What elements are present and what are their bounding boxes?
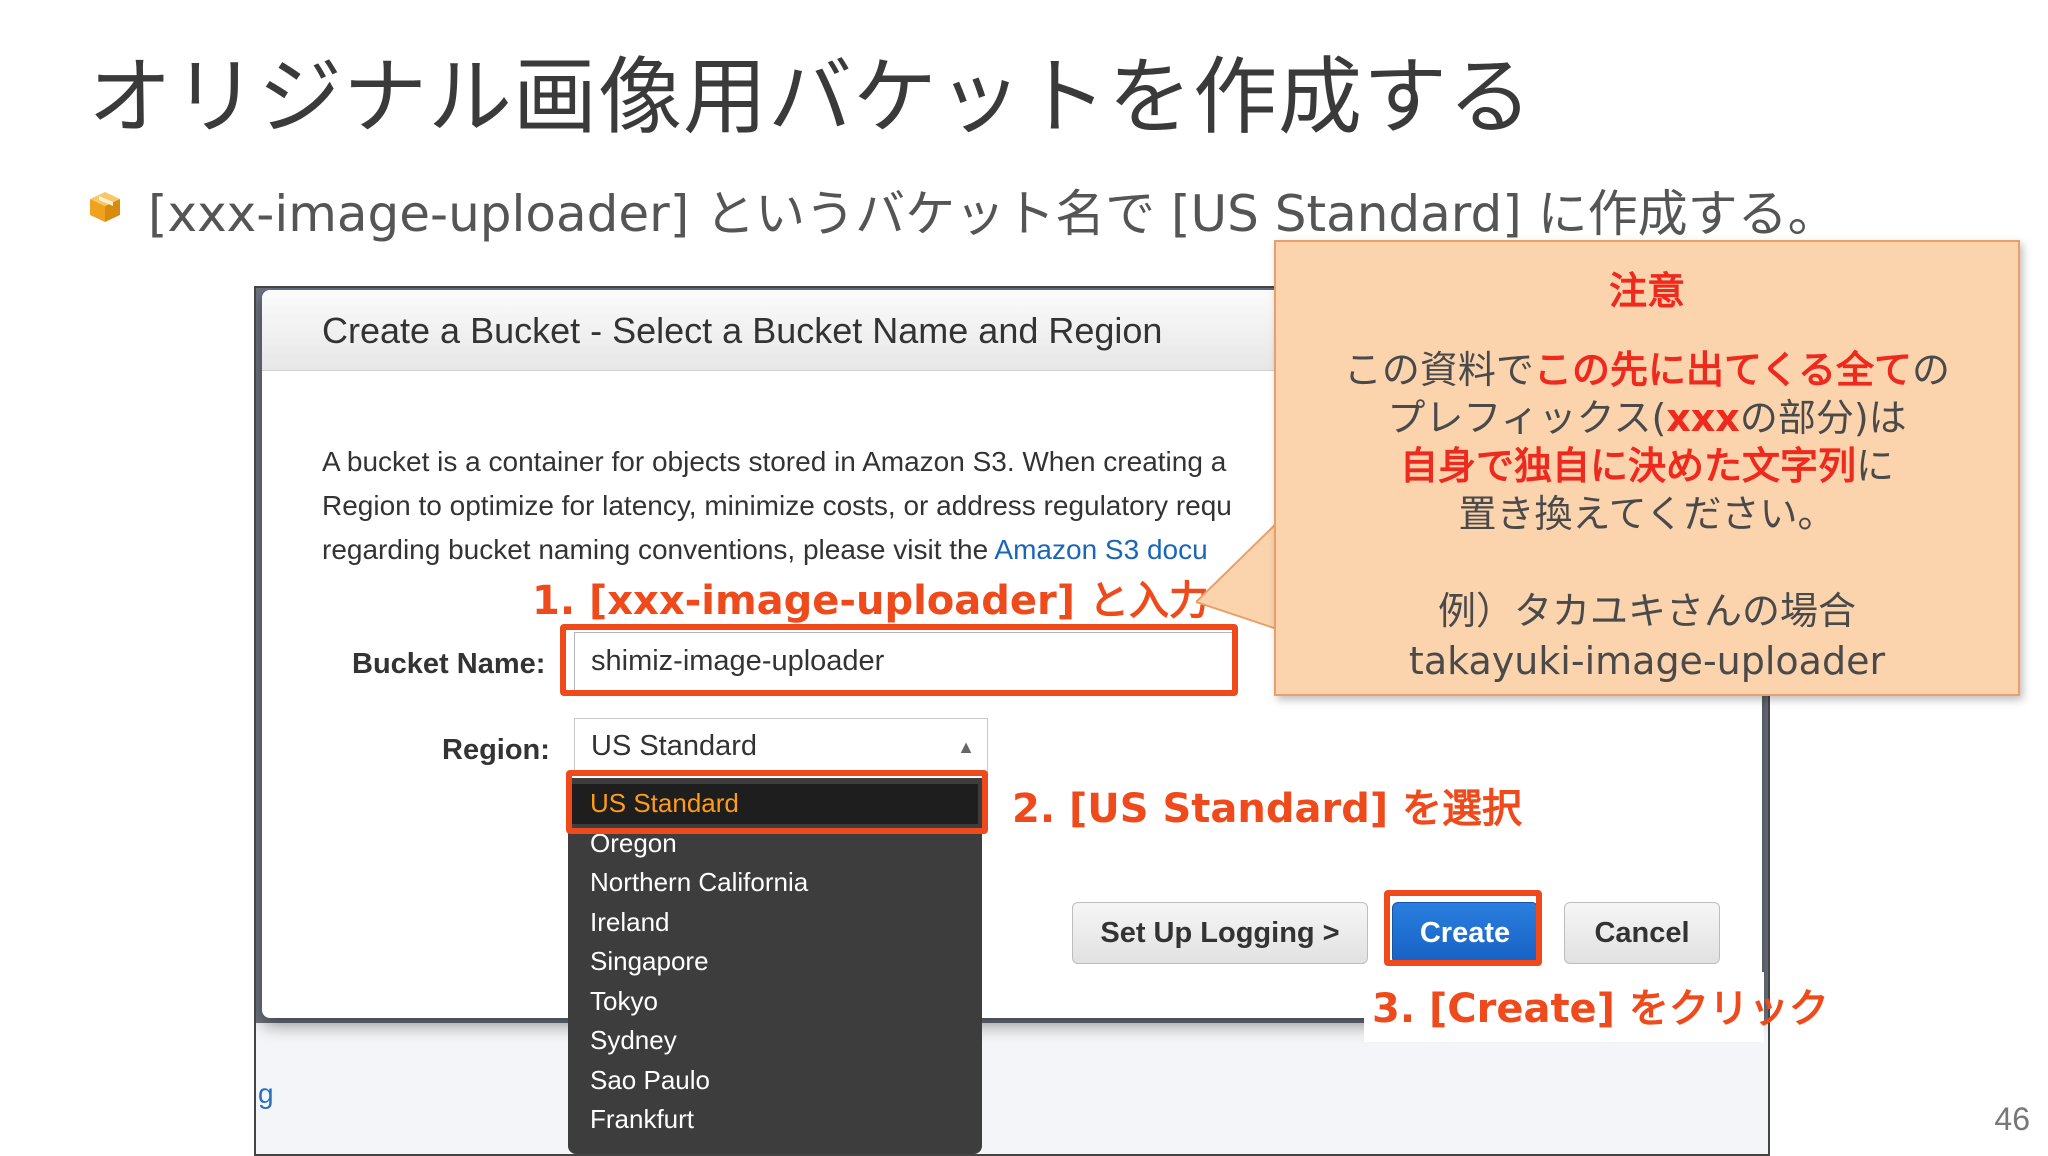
desc-line-1: A bucket is a container for objects stor… (322, 446, 1227, 477)
desc-line-3-text: regarding bucket naming conventions, ple… (322, 534, 995, 565)
console-background-link[interactable]: g (258, 1078, 274, 1110)
s3-docs-link[interactable]: Amazon S3 docu (994, 534, 1207, 565)
callout-l1-a: この資料で (1343, 348, 1534, 392)
callout-tail (1196, 520, 1280, 630)
callout-example-value: takayuki-image-uploader (1408, 639, 1886, 683)
callout-line-1: この資料でこの先に出てくる全ての (1276, 346, 2018, 394)
caret-up-icon: ▲ (957, 737, 975, 757)
step-3-label: 3. [Create] をクリック (1372, 986, 1829, 1032)
desc-line-3: regarding bucket naming conventions, ple… (322, 528, 1232, 572)
highlight-create-button (1384, 890, 1542, 966)
set-up-logging-button[interactable]: Set Up Logging > (1072, 902, 1368, 964)
callout-heading: 注意 (1608, 269, 1685, 313)
dialog-description: A bucket is a container for objects stor… (322, 440, 1232, 572)
callout-l3-b: に (1856, 444, 1895, 488)
page-number: 46 (1994, 1101, 2030, 1137)
callout-l3-a: 自身で独自に決めた文字列 (1399, 444, 1856, 488)
callout-body: この資料でこの先に出てくる全ての プレフィックス(xxxの部分)は 自身で独自に… (1276, 346, 2018, 538)
region-option-singapore[interactable]: Singapore (568, 942, 982, 982)
region-option-sydney[interactable]: Sydney (568, 1021, 982, 1061)
region-dropdown-list: US Standard Oregon Northern California I… (568, 778, 982, 1154)
cancel-button[interactable]: Cancel (1564, 902, 1720, 964)
highlight-bucket-input (560, 624, 1238, 696)
callout-l2-b: xxx (1666, 396, 1740, 440)
dialog-title: Create a Bucket - Select a Bucket Name a… (322, 310, 1163, 351)
warning-callout: 注意 この資料でこの先に出てくる全ての プレフィックス(xxxの部分)は 自身で… (1274, 240, 2020, 696)
region-option-northern-california[interactable]: Northern California (568, 863, 982, 903)
callout-l2-a: プレフィックス( (1387, 396, 1667, 440)
callout-line-2: プレフィックス(xxxの部分)は (1276, 394, 2018, 442)
callout-example: 例）タカユキさんの場合 takayuki-image-uploader (1276, 586, 2018, 686)
region-option-frankfurt[interactable]: Frankfurt (568, 1100, 982, 1140)
step-2-label: 2. [US Standard] を選択 (1012, 786, 1523, 832)
desc-line-2: Region to optimize for latency, minimize… (322, 490, 1232, 521)
callout-line-3: 自身で独自に決めた文字列に (1276, 442, 2018, 490)
slide-title: オリジナル画像用バケットを作成する (88, 48, 1534, 146)
region-option-tokyo[interactable]: Tokyo (568, 982, 982, 1022)
callout-l1-c: の (1912, 348, 1951, 392)
callout-l1-b: この先に出てくる全て (1533, 348, 1913, 392)
slide-subtitle: [xxx-image-uploader] というバケット名で [US Stand… (148, 185, 1838, 243)
box-bullet-icon (90, 192, 120, 222)
region-select-value: US Standard (591, 730, 758, 762)
callout-example-label: 例）タカユキさんの場合 (1437, 589, 1856, 633)
region-select[interactable]: US Standard ▲ (574, 718, 988, 776)
region-option-sao-paulo[interactable]: Sao Paulo (568, 1061, 982, 1101)
region-label: Region: (442, 734, 550, 766)
callout-l2-c: の部分)は (1739, 396, 1907, 440)
console-background (256, 1023, 1768, 1154)
highlight-region-option (566, 770, 988, 834)
bucket-name-label: Bucket Name: (352, 648, 546, 680)
step-1-label: 1. [xxx-image-uploader] と入力 (532, 578, 1209, 624)
callout-line-4: 置き換えてください。 (1458, 492, 1836, 536)
region-option-ireland[interactable]: Ireland (568, 903, 982, 943)
